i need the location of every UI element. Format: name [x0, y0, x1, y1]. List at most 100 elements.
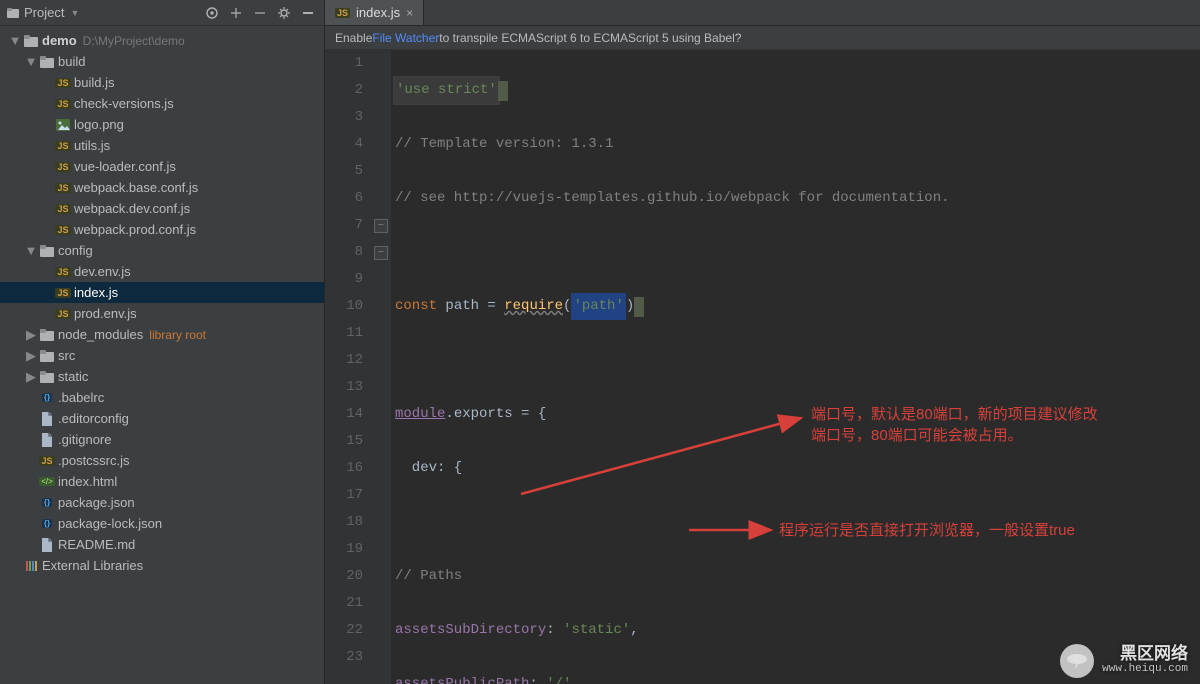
fold-strip[interactable]: − − [373, 50, 391, 684]
tree-item[interactable]: ▶static [0, 366, 324, 387]
code-text: assetsSubDirectory [395, 617, 546, 644]
project-pane-icon [6, 6, 20, 20]
txt-file-icon [38, 412, 56, 426]
tree-item[interactable]: JScheck-versions.js [0, 93, 324, 114]
tree-item[interactable]: JSwebpack.base.conf.js [0, 177, 324, 198]
gutter-line[interactable]: 15 [325, 428, 363, 455]
gutter-line[interactable]: 10 [325, 293, 363, 320]
code-body[interactable]: 'use strict' // Template version: 1.3.1 … [391, 50, 1200, 684]
fold-mark-icon[interactable]: − [374, 219, 388, 233]
tree-item-label: .babelrc [58, 390, 104, 405]
code-text: .exports = { [445, 401, 546, 428]
close-tab-icon[interactable]: × [406, 6, 413, 20]
gutter-line[interactable]: 21 [325, 590, 363, 617]
gutter-line[interactable]: 18 [325, 509, 363, 536]
tree-item[interactable]: JSwebpack.dev.conf.js [0, 198, 324, 219]
autoscroll-icon[interactable] [202, 3, 222, 23]
gutter-line[interactable]: 16 [325, 455, 363, 482]
chevron-down-icon[interactable]: ▼ [24, 54, 38, 69]
tree-item[interactable]: JSvue-loader.conf.js [0, 156, 324, 177]
collapse-all-icon[interactable] [250, 3, 270, 23]
project-tree[interactable]: ▼ demo D:\MyProject\demo ▼ build JSbuild.j… [0, 26, 324, 684]
root-path: D:\MyProject\demo [83, 34, 185, 48]
gutter-line[interactable]: 23 [325, 644, 363, 671]
file-watcher-link[interactable]: File Watcher [372, 31, 439, 45]
tree-item-label: webpack.dev.conf.js [74, 201, 190, 216]
tree-item[interactable]: logo.png [0, 114, 324, 135]
tree-item-label: logo.png [74, 117, 124, 132]
chevron-right-icon[interactable]: ▶ [24, 327, 38, 343]
gutter-line[interactable]: 5 [325, 158, 363, 185]
tree-item-label: build [58, 54, 85, 69]
code-area[interactable]: 1234567891011121314151617181920212223 − … [325, 50, 1200, 684]
expand-all-icon[interactable] [226, 3, 246, 23]
tree-item[interactable]: JSprod.env.js [0, 303, 324, 324]
gutter-line[interactable]: 19 [325, 536, 363, 563]
tree-item-label: .editorconfig [58, 411, 129, 426]
tree-item[interactable]: JSindex.js [0, 282, 324, 303]
tree-item-label: utils.js [74, 138, 110, 153]
project-sidebar: Project ▼ ▼ demo D:\MyProject\demo ▼ buil… [0, 0, 325, 684]
folder-file-icon [38, 245, 56, 257]
tree-item-label: webpack.prod.conf.js [74, 222, 196, 237]
tree-root[interactable]: ▼ demo D:\MyProject\demo [0, 30, 324, 51]
fold-mark-icon[interactable]: − [374, 246, 388, 260]
gutter-line[interactable]: 7 [325, 212, 363, 239]
gutter-line[interactable]: 4 [325, 131, 363, 158]
tree-item[interactable]: ▼config [0, 240, 324, 261]
external-libraries[interactable]: External Libraries [0, 555, 324, 576]
code-text: 'static' [563, 617, 630, 644]
html-file-icon: </> [38, 477, 56, 486]
gutter-line[interactable]: 11 [325, 320, 363, 347]
folder-file-icon [38, 371, 56, 383]
gutter-line[interactable]: 14 [325, 401, 363, 428]
tree-item[interactable]: ▶ src [0, 345, 324, 366]
js-file-icon: JS [54, 204, 72, 214]
tree-item[interactable]: .editorconfig [0, 408, 324, 429]
gutter-line[interactable]: 13 [325, 374, 363, 401]
gutter-line[interactable]: 22 [325, 617, 363, 644]
gutter-line[interactable]: 8 [325, 239, 363, 266]
chevron-down-icon[interactable]: ▼ [24, 243, 38, 258]
tree-item[interactable]: JSbuild.js [0, 72, 324, 93]
tree-item[interactable]: ▶node_moduleslibrary root [0, 324, 324, 345]
hide-icon[interactable] [298, 3, 318, 23]
code-text: assetsPublicPath [395, 671, 529, 684]
line-gutter[interactable]: 1234567891011121314151617181920212223 [325, 50, 373, 684]
tree-item[interactable]: JS.postcssrc.js [0, 450, 324, 471]
code-text: // Template version: 1.3.1 [395, 131, 613, 158]
tree-item[interactable]: JSutils.js [0, 135, 324, 156]
gear-icon[interactable] [274, 3, 294, 23]
tree-item[interactable]: {}package.json [0, 492, 324, 513]
tree-item[interactable]: </>index.html [0, 471, 324, 492]
txt-file-icon [38, 433, 56, 447]
gutter-line[interactable]: 9 [325, 266, 363, 293]
root-label: demo [42, 33, 77, 48]
infobar-prefix: Enable [335, 31, 372, 45]
chevron-right-icon[interactable]: ▶ [24, 369, 38, 385]
tree-item-label: vue-loader.conf.js [74, 159, 176, 174]
tree-item[interactable]: .gitignore [0, 429, 324, 450]
tab-index-js[interactable]: JS index.js × [325, 0, 424, 25]
chevron-right-icon[interactable]: ▶ [24, 348, 38, 364]
dropdown-icon[interactable]: ▼ [70, 8, 79, 18]
tree-item[interactable]: README.md [0, 534, 324, 555]
tree-item[interactable]: {}.babelrc [0, 387, 324, 408]
sidebar-title[interactable]: Project [24, 5, 64, 20]
tree-item-label: src [58, 348, 75, 363]
tree-item[interactable]: ▼ build [0, 51, 324, 72]
gutter-line[interactable]: 1 [325, 50, 363, 77]
gutter-line[interactable]: 3 [325, 104, 363, 131]
gutter-line[interactable]: 6 [325, 185, 363, 212]
gutter-line[interactable]: 20 [325, 563, 363, 590]
tree-item-label: .gitignore [58, 432, 111, 447]
tree-item[interactable]: JSwebpack.prod.conf.js [0, 219, 324, 240]
folder-file-icon [38, 329, 56, 341]
gutter-line[interactable]: 17 [325, 482, 363, 509]
chevron-down-icon[interactable]: ▼ [8, 33, 22, 48]
tree-item[interactable]: {}package-lock.json [0, 513, 324, 534]
tree-item-label: dev.env.js [74, 264, 131, 279]
gutter-line[interactable]: 2 [325, 77, 363, 104]
gutter-line[interactable]: 12 [325, 347, 363, 374]
tree-item[interactable]: JSdev.env.js [0, 261, 324, 282]
